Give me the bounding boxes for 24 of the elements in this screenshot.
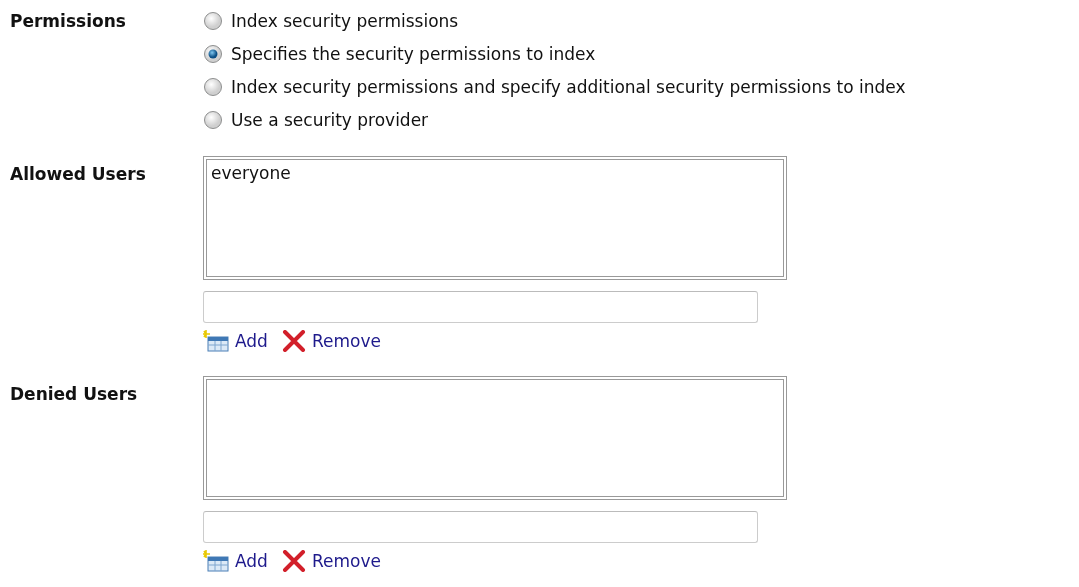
user-listbox[interactable]: everyone bbox=[203, 156, 787, 280]
remove-link[interactable]: Remove bbox=[281, 329, 381, 352]
radio-option[interactable]: Index security permissions and specify additional security permissions to index bbox=[203, 77, 906, 97]
add-link[interactable]: Add bbox=[203, 329, 268, 352]
close-icon bbox=[281, 549, 306, 572]
radio-button[interactable] bbox=[203, 77, 223, 97]
radio-option[interactable]: Use a security provider bbox=[203, 110, 906, 130]
radio-option[interactable]: Specifies the security permissions to index bbox=[203, 44, 906, 64]
user-listbox[interactable] bbox=[203, 376, 787, 500]
radio-option[interactable]: Index security permissions bbox=[203, 11, 906, 31]
close-icon bbox=[281, 329, 306, 352]
table-add-icon bbox=[203, 329, 229, 352]
radio-button[interactable] bbox=[203, 44, 223, 64]
list-item[interactable]: everyone bbox=[211, 162, 779, 184]
table-add-icon bbox=[203, 549, 229, 572]
field-label: Permissions bbox=[9, 11, 127, 33]
field-label: Denied Users bbox=[9, 383, 139, 406]
user-input-field[interactable] bbox=[203, 291, 758, 323]
radio-button[interactable] bbox=[203, 110, 223, 130]
user-input-field[interactable] bbox=[203, 511, 758, 543]
field-label: Allowed Users bbox=[9, 163, 147, 186]
radio-button[interactable] bbox=[203, 11, 223, 31]
add-link[interactable]: Add bbox=[203, 549, 268, 572]
remove-link[interactable]: Remove bbox=[281, 549, 381, 572]
